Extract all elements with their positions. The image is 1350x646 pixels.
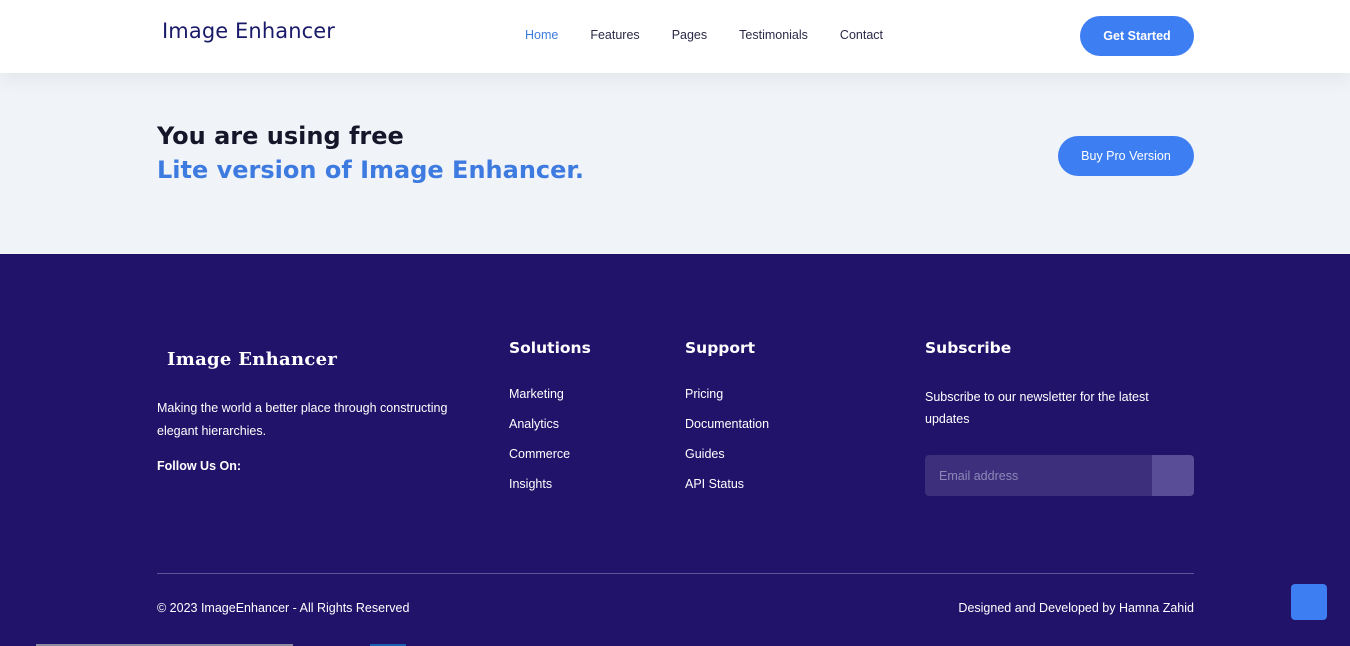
list-item: Documentation <box>685 416 769 446</box>
get-started-button[interactable]: Get Started <box>1080 16 1194 56</box>
footer-link-analytics[interactable]: Analytics <box>509 417 559 431</box>
list-item: Analytics <box>509 416 570 446</box>
footer-link-marketing[interactable]: Marketing <box>509 387 564 401</box>
footer-link-insights[interactable]: Insights <box>509 477 552 491</box>
pro-banner: You are using free Lite version of Image… <box>0 73 1350 254</box>
banner-subheading: Lite version of Image Enhancer. <box>157 156 584 184</box>
list-item: Insights <box>509 476 570 506</box>
main-nav: Home Features Pages Testimonials Contact <box>525 28 915 42</box>
footer-link-documentation[interactable]: Documentation <box>685 417 769 431</box>
footer-divider <box>157 573 1194 574</box>
list-item: Guides <box>685 446 769 476</box>
solutions-list: Marketing Analytics Commerce Insights <box>509 386 570 506</box>
credit-text: Designed and Developed by Hamna Zahid <box>958 601 1194 615</box>
banner-heading: You are using free <box>157 122 404 150</box>
support-heading: Support <box>685 339 756 357</box>
list-item: API Status <box>685 476 769 506</box>
nav-features[interactable]: Features <box>590 28 639 42</box>
footer-link-guides[interactable]: Guides <box>685 447 725 461</box>
copyright-text: © 2023 ImageEnhancer - All Rights Reserv… <box>157 601 410 615</box>
back-to-top-button[interactable] <box>1291 584 1327 620</box>
follow-us-label: Follow Us On: <box>157 459 242 473</box>
footer-link-pricing[interactable]: Pricing <box>685 387 723 401</box>
buy-pro-button[interactable]: Buy Pro Version <box>1058 136 1194 176</box>
subscribe-description: Subscribe to our newsletter for the late… <box>925 390 1149 426</box>
footer-brand-logo[interactable]: Image Enhancer <box>167 349 337 370</box>
site-header: Image Enhancer Home Features Pages Testi… <box>0 0 1350 73</box>
list-item: Pricing <box>685 386 769 416</box>
nav-contact[interactable]: Contact <box>840 28 883 42</box>
subscribe-form <box>925 455 1194 496</box>
nav-testimonials[interactable]: Testimonials <box>739 28 808 42</box>
subscribe-submit-button[interactable] <box>1152 455 1194 496</box>
list-item: Marketing <box>509 386 570 416</box>
brand-logo[interactable]: Image Enhancer <box>162 19 335 43</box>
list-item: Commerce <box>509 446 570 476</box>
footer-link-commerce[interactable]: Commerce <box>509 447 570 461</box>
support-list: Pricing Documentation Guides API Status <box>685 386 769 506</box>
subscribe-heading: Subscribe <box>925 339 1012 357</box>
site-footer: Image Enhancer Making the world a better… <box>0 254 1350 646</box>
nav-home[interactable]: Home <box>525 28 558 42</box>
solutions-heading: Solutions <box>509 339 591 357</box>
footer-link-api-status[interactable]: API Status <box>685 477 744 491</box>
email-field[interactable] <box>925 455 1152 496</box>
footer-description: Making the world a better place through … <box>157 401 448 438</box>
nav-pages[interactable]: Pages <box>672 28 707 42</box>
